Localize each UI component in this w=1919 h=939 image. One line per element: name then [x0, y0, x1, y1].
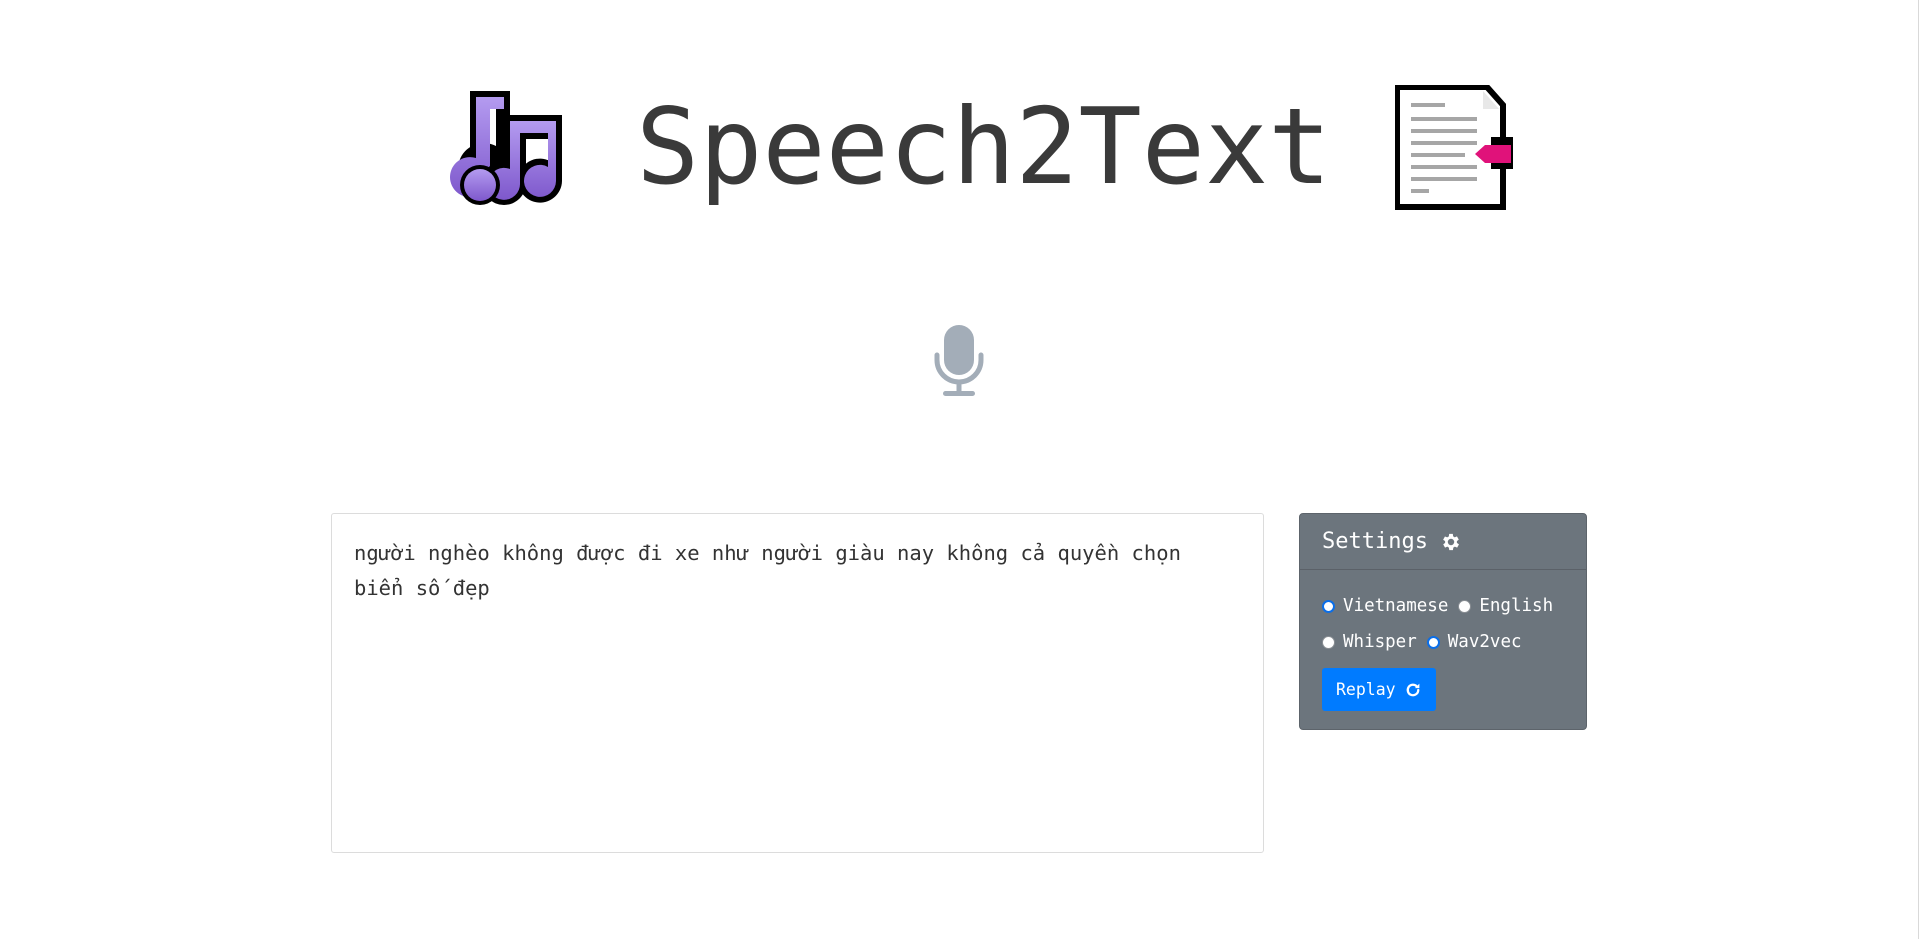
- refresh-icon: [1406, 683, 1419, 696]
- radio-english[interactable]: English: [1458, 596, 1553, 616]
- microphone-icon[interactable]: [934, 325, 984, 397]
- page: Speech2Text người nghèo không được đi xe…: [0, 0, 1919, 939]
- radio-button-vietnamese[interactable]: [1322, 599, 1335, 613]
- radio-button-whisper[interactable]: [1322, 635, 1335, 649]
- replay-button[interactable]: Replay: [1322, 668, 1436, 711]
- radio-button-english[interactable]: [1458, 599, 1472, 613]
- settings-title: Settings: [1322, 529, 1428, 554]
- radio-label-english: English: [1479, 596, 1554, 616]
- music-notes-icon: [450, 91, 562, 205]
- radio-label-whisper: Whisper: [1343, 632, 1417, 652]
- radio-button-wav2vec[interactable]: [1426, 635, 1440, 649]
- gear-icon: [1443, 533, 1459, 550]
- app-title: Speech2Text: [636, 86, 1332, 208]
- settings-body: Vietnamese English Whisper Wav2vec Repla…: [1300, 570, 1586, 711]
- radio-vietnamese[interactable]: Vietnamese: [1322, 596, 1448, 616]
- language-radio-group: Vietnamese English: [1322, 588, 1586, 624]
- document-icon: [1395, 85, 1514, 210]
- transcript-textarea[interactable]: người nghèo không được đi xe như người g…: [331, 513, 1264, 853]
- radio-whisper[interactable]: Whisper: [1322, 632, 1417, 652]
- settings-header: Settings: [1300, 514, 1586, 570]
- model-radio-group: Whisper Wav2vec: [1322, 624, 1586, 660]
- replay-label: Replay: [1336, 680, 1396, 699]
- app-header: Speech2Text: [438, 85, 1514, 210]
- radio-wav2vec[interactable]: Wav2vec: [1426, 632, 1522, 652]
- radio-label-vietnamese: Vietnamese: [1343, 596, 1449, 616]
- radio-label-wav2vec: Wav2vec: [1447, 632, 1522, 652]
- settings-panel: Settings Vietnamese English Whisper Wav2…: [1299, 513, 1587, 730]
